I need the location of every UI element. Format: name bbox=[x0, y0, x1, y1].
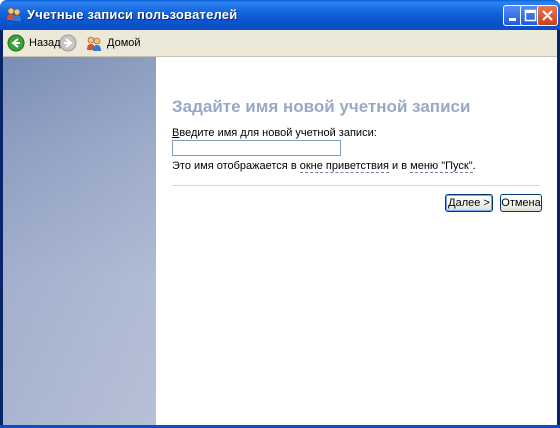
app-window: Учетные записи пользователей Назад Домой… bbox=[0, 0, 560, 428]
main-content: Задайте имя новой учетной записи Введите… bbox=[156, 57, 557, 425]
hint-part-3: . bbox=[472, 160, 476, 172]
forward-arrow-icon bbox=[59, 34, 77, 52]
home-button[interactable]: Домой bbox=[85, 33, 141, 53]
home-label: Домой bbox=[107, 37, 141, 49]
welcome-screen-link[interactable]: окне приветствия bbox=[299, 160, 389, 173]
hint-part-2: и в bbox=[389, 160, 411, 172]
back-arrow-icon bbox=[7, 34, 25, 52]
window-title: Учетные записи пользователей bbox=[27, 7, 238, 22]
close-icon bbox=[542, 10, 553, 21]
label-text: ведите имя для новой учетной записи: bbox=[179, 127, 377, 139]
divider bbox=[172, 185, 540, 186]
hint-part-1: Это имя отображается в bbox=[172, 160, 300, 172]
title-bar[interactable]: Учетные записи пользователей bbox=[0, 0, 560, 30]
account-name-input[interactable] bbox=[172, 140, 341, 156]
forward-button[interactable] bbox=[59, 33, 77, 53]
next-button[interactable]: Далее > bbox=[445, 194, 493, 212]
users-icon bbox=[6, 6, 22, 22]
hint-text: Это имя отображается в окне приветствия … bbox=[172, 160, 476, 173]
back-button[interactable]: Назад bbox=[7, 33, 61, 53]
back-label: Назад bbox=[29, 37, 61, 49]
page-title: Задайте имя новой учетной записи bbox=[172, 97, 471, 116]
close-button[interactable] bbox=[537, 5, 558, 26]
window-body: Назад Домой Задайте имя новой учетной за… bbox=[3, 30, 557, 425]
toolbar: Назад Домой bbox=[3, 30, 557, 57]
home-users-icon bbox=[87, 36, 101, 51]
cancel-button[interactable]: Отмена bbox=[500, 194, 542, 212]
start-menu-link[interactable]: меню "Пуск" bbox=[410, 160, 473, 173]
sidebar-panel bbox=[3, 57, 156, 425]
account-name-label: Введите имя для новой учетной записи: bbox=[172, 127, 377, 139]
